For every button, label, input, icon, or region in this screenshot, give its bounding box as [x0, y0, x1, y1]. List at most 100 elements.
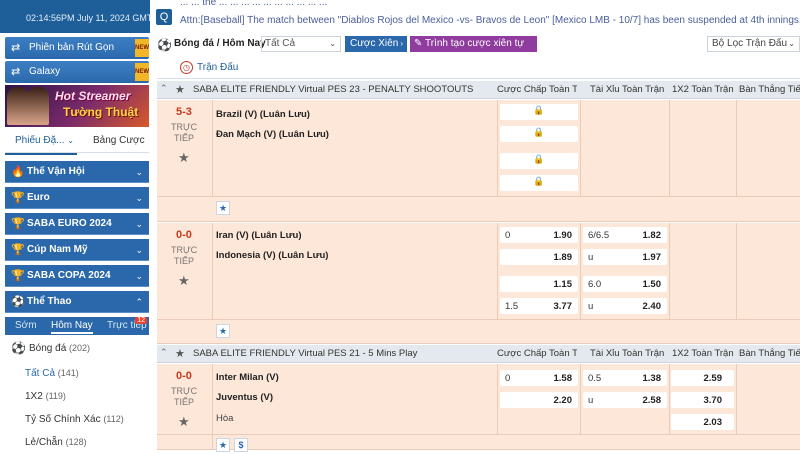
sport-soccer[interactable]: ⚽ Bóng đá (202)	[5, 337, 149, 360]
over-under-odds[interactable]: 6.0 1.50	[583, 276, 667, 292]
tab-bet-slip[interactable]: Phiếu Đặ... ⌄	[15, 135, 74, 146]
live-section-header[interactable]: ◷ Trận Đấu	[157, 57, 800, 79]
tab-early[interactable]: Sớm	[15, 320, 37, 331]
sport-sub-odd-even[interactable]: Lẻ/Chẵn (128)	[5, 431, 149, 454]
top-bar: 02:14:56PM July 11, 2024 GMT +7 Q ... ..…	[0, 0, 800, 33]
handicap-odds[interactable]: 1.15	[500, 276, 578, 292]
slip-tabs: Phiếu Đặ... ⌄ Bảng Cược	[5, 131, 149, 153]
chevron-down-icon: ⌄	[67, 136, 74, 145]
1x2-odds[interactable]: 2.59	[671, 370, 734, 386]
tab-bet-table[interactable]: Bảng Cược	[93, 135, 145, 146]
sport-sub-correct-score[interactable]: Tỷ Số Chính Xác (112)	[5, 408, 149, 431]
col-1x2: 1X2 Toàn Trận	[672, 348, 734, 359]
market-select[interactable]: Tất Cả ⌄	[261, 36, 341, 52]
col-handicap: Cược Chấp Toàn T...	[497, 348, 577, 359]
divider	[736, 364, 737, 434]
sidebar-item-copa-america[interactable]: 🏆 Cúp Nam Mỹ ⌄	[5, 239, 149, 261]
over-under-odds[interactable]: 6/6.5 1.82	[583, 227, 667, 243]
lock-icon: 🔒	[533, 127, 545, 137]
favorite-star-icon[interactable]: ★	[178, 150, 190, 166]
sport-sub-1x2[interactable]: 1X2 (119)	[5, 385, 149, 408]
tab-today[interactable]: Hôm Nay	[51, 320, 93, 334]
odds-cell-locked: 🔒	[500, 126, 578, 142]
match-score: 0-0	[176, 370, 192, 382]
trophy-icon: 🏆	[11, 270, 25, 282]
parlay-button[interactable]: Cược Xiên ›	[345, 36, 407, 52]
divider	[497, 223, 498, 319]
col-next-goal: Bàn Thắng Tiếp	[739, 84, 800, 95]
col-next-goal: Bàn Thắng Tiếp	[739, 348, 800, 359]
match-filter-select[interactable]: Bộ Lọc Trận Đấu ⌄	[707, 36, 800, 52]
sidebar-item-olympics[interactable]: 🔥 Thế Vận Hội ⌄	[5, 161, 149, 183]
auto-parlay-builder-button[interactable]: ✎ Trình tạo cược xiên tự động	[410, 36, 537, 65]
col-over-under: Tài Xỉu Toàn Trận	[590, 84, 665, 95]
favorite-star-icon[interactable]: ★	[178, 273, 190, 289]
divider	[157, 196, 800, 197]
away-team: Đan Mạch (V) (Luân Lưu)	[216, 129, 329, 140]
1x2-odds[interactable]: 3.70	[671, 392, 734, 408]
match-row: 0-0 TRỰC TIẾP ★ Iran (V) (Luân Lưu) Indo…	[157, 223, 800, 344]
favorite-star-icon[interactable]: ★	[175, 83, 185, 96]
new-badge: NEW	[135, 39, 149, 57]
streamer-image	[27, 87, 49, 125]
over-under-odds[interactable]: u 1.97	[583, 249, 667, 265]
favorite-star-icon[interactable]: ★	[178, 414, 190, 430]
compact-version-label: Phiên bản Rút Gọn	[29, 42, 115, 53]
handicap-odds[interactable]: 1.5 3.77	[500, 298, 578, 314]
favorite-star-icon[interactable]: ★	[216, 201, 230, 215]
chevron-up-icon: ⌃	[160, 83, 168, 93]
new-badge: NEW	[135, 63, 149, 81]
sidebar-item-sports[interactable]: ⚽ Thể Thao ⌃	[5, 291, 149, 313]
streamer-image	[7, 87, 29, 125]
cup-icon: 🏆	[11, 244, 25, 256]
league-header[interactable]: ⌃ ★ SABA ELITE FRIENDLY Virtual PES 23 -…	[157, 81, 800, 99]
handicap-odds[interactable]: 0 1.90	[500, 227, 578, 243]
lock-icon: 🔒	[533, 154, 545, 164]
favorite-star-icon[interactable]: ★	[175, 347, 185, 360]
page-title: Bóng đá / Hôm Nay	[174, 38, 266, 49]
sidebar-item-saba-euro[interactable]: 🏆 SABA EURO 2024 ⌄	[5, 213, 149, 235]
magic-wand-icon: ✎	[414, 38, 423, 49]
search-icon[interactable]: Q	[156, 9, 172, 25]
odds-cell-locked: 🔒	[500, 104, 578, 120]
handicap-odds[interactable]: 2.20	[500, 392, 578, 408]
main-content: ⚽ Bóng đá / Hôm Nay Tất Cả ⌄ Cược Xiên ›…	[157, 33, 800, 452]
toolbar: ⚽ Bóng đá / Hôm Nay Tất Cả ⌄ Cược Xiên ›…	[157, 33, 800, 65]
handicap-odds[interactable]: 0 1.58	[500, 370, 578, 386]
over-under-odds[interactable]: u 2.58	[583, 392, 667, 408]
over-under-odds[interactable]: 0.5 1.38	[583, 370, 667, 386]
hot-streamer-banner[interactable]: Hot Streamer Tường Thuật	[5, 85, 149, 127]
swap-icon: ⇄	[11, 66, 21, 78]
favorite-star-icon[interactable]: ★	[216, 324, 230, 338]
live-clock-icon: ◷	[180, 61, 193, 74]
divider	[497, 364, 498, 434]
sidebar-item-euro[interactable]: 🏆 Euro ⌄	[5, 187, 149, 209]
match-status: TRỰC TIẾP	[171, 386, 198, 407]
soccer-ball-icon: ⚽	[11, 296, 25, 308]
sport-sub-all[interactable]: Tất Cả (141)	[5, 362, 149, 385]
match-row: 0-0 TRỰC TIẾP ★ Inter Milan (V) Juventus…	[157, 364, 800, 452]
match-score: 0-0	[176, 229, 192, 241]
sidebar-item-saba-copa[interactable]: 🏆 SABA COPA 2024 ⌄	[5, 265, 149, 287]
divider	[212, 364, 213, 450]
home-team: Inter Milan (V)	[216, 372, 279, 383]
banner-subtitle: Tường Thuật	[63, 105, 139, 119]
1x2-odds[interactable]: 2.03	[671, 414, 734, 430]
divider	[580, 100, 581, 196]
over-under-odds[interactable]: u 2.40	[583, 298, 667, 314]
announcement-ticker[interactable]: Attn:[Baseball] The match between "Diabl…	[180, 15, 800, 26]
lock-icon: 🔒	[533, 176, 545, 186]
torch-icon: 🔥	[11, 166, 25, 178]
galaxy-button[interactable]: ⇄ Galaxy NEW	[5, 61, 149, 83]
compact-version-button[interactable]: ⇄ Phiên bản Rút Gọn NEW	[5, 37, 149, 59]
home-team: Iran (V) (Luân Lưu)	[216, 230, 302, 241]
handicap-odds[interactable]: 1.89	[500, 249, 578, 265]
divider	[212, 100, 213, 196]
chevron-down-icon: ⌄	[135, 167, 143, 177]
divider	[212, 223, 213, 319]
banner-title: Hot Streamer	[55, 89, 131, 103]
match-score: 5-3	[176, 106, 192, 118]
odds-cell-locked: 🔒	[500, 153, 578, 169]
chevron-down-icon: ⌄	[135, 219, 143, 229]
league-header[interactable]: ⌃ ★ SABA ELITE FRIENDLY Virtual PES 21 -…	[157, 345, 800, 363]
